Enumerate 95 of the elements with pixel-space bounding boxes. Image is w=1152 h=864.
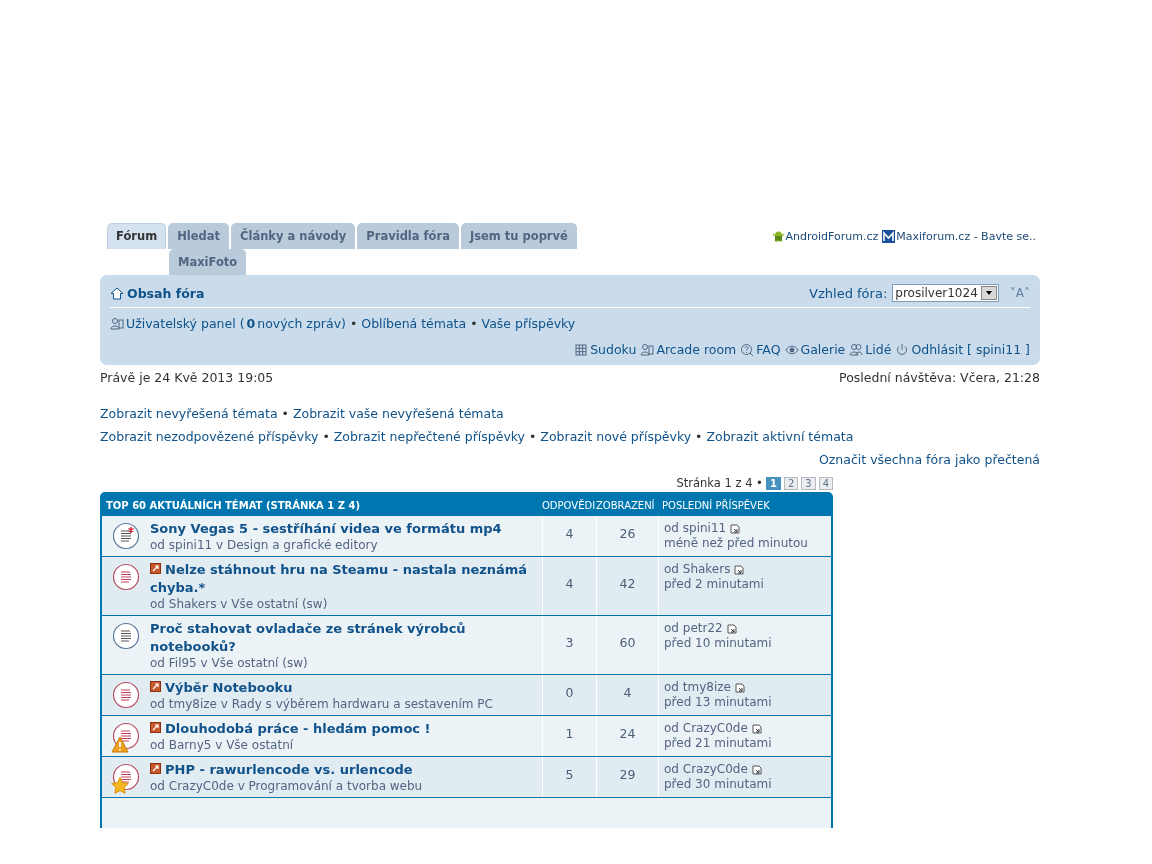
last-visit: Poslední návštěva: Včera, 21:28	[839, 370, 1040, 385]
nav-link[interactable]: Oblíbená témata	[361, 316, 467, 331]
last-post-author[interactable]: od spini11	[664, 521, 826, 536]
column-header: POSLEDNÍ PŘÍSPĚVEK	[661, 499, 771, 511]
column-header: TOP 60 AKTUÁLNÍCH TÉMAT (STRÁNKA 1 Z 4)	[105, 499, 361, 511]
warning-icon	[111, 736, 129, 753]
power-icon	[895, 342, 910, 357]
nav-tab[interactable]: Pravidla fóra	[357, 223, 459, 249]
nav-link[interactable]: Odhlásit [ spini11 ]	[895, 342, 1030, 357]
nav-tab[interactable]: Hledat	[168, 223, 229, 249]
dropdown-icon	[985, 291, 992, 295]
page-link[interactable]: 3	[801, 476, 816, 490]
last-post-icon[interactable]	[734, 682, 745, 693]
topic-title[interactable]: Proč stahovat ovladače ze stránek výrobců notebooků?	[150, 620, 542, 656]
topic-icon	[112, 681, 140, 709]
separator: •	[321, 429, 331, 444]
nav-tab[interactable]: MaxiFoto	[169, 249, 247, 275]
topic-meta: od Barny5 v Vše ostatní	[150, 738, 295, 753]
last-post-time: méně než před minutou	[664, 536, 809, 551]
last-post-author[interactable]: od CrazyC0de	[664, 762, 826, 777]
nav-tab[interactable]: Články a návody	[231, 223, 356, 249]
nav-link[interactable]: Galerie	[784, 342, 846, 357]
last-post-icon[interactable]	[730, 523, 741, 534]
new-post-icon[interactable]	[150, 563, 161, 574]
column-header: ODPOVĚDI	[542, 499, 596, 511]
last-post-time: před 2 minutami	[664, 577, 765, 592]
nav-link[interactable]: Lidé	[849, 342, 892, 357]
new-post-icon[interactable]	[150, 763, 161, 774]
last-post-time: před 21 minutami	[664, 736, 773, 751]
robot-icon	[771, 230, 785, 243]
new-post-icon[interactable]	[150, 722, 161, 733]
grid-icon	[574, 342, 589, 357]
current-time: Právě je 24 Kvě 2013 19:05	[100, 370, 274, 385]
last-post-time: před 10 minutami	[664, 636, 773, 651]
partner-link[interactable]: Maxiforum.cz - Bavte se..	[882, 230, 1036, 243]
page-label: Stránka 1 z 4 •	[676, 476, 763, 490]
last-post-author[interactable]: od CrazyC0de	[664, 721, 826, 736]
search-link[interactable]: Zobrazit nové příspěvky	[540, 429, 692, 444]
topic-meta: od Shakers v Vše ostatní (sw)	[150, 597, 329, 612]
last-post-author[interactable]: od petr22	[664, 621, 826, 636]
separator: •	[694, 429, 704, 444]
logo-icon	[882, 230, 896, 243]
nav-tab[interactable]: Jsem tu poprvé	[460, 223, 577, 249]
font-size-control[interactable]: ˅A˄	[1009, 286, 1030, 300]
nav-link[interactable]: Arcade room	[640, 342, 737, 357]
topic-icon	[112, 522, 140, 550]
last-post-time: před 13 minutami	[664, 695, 773, 710]
partner-link[interactable]: AndroidForum.cz	[771, 230, 879, 243]
last-post-time: před 30 minutami	[664, 777, 773, 792]
user-panel-link[interactable]: Uživatelský panel ( 0 nových zpráv)	[110, 316, 346, 331]
search-link[interactable]: Zobrazit nepřečtené příspěvky	[333, 429, 525, 444]
last-post-icon[interactable]	[734, 564, 745, 575]
mark-read-link[interactable]: Označit všechna fóra jako přečtená	[818, 452, 1040, 467]
last-post-author[interactable]: od tmy8ize	[664, 680, 826, 695]
separator: •	[349, 316, 358, 331]
separator: •	[528, 429, 538, 444]
page-link[interactable]: 2	[783, 476, 799, 490]
last-post-author[interactable]: od Shakers	[664, 562, 826, 577]
people-icon	[849, 342, 864, 357]
topic-meta: od tmy8ize v Rady s výběrem hardwaru a sestavením PC	[150, 697, 493, 712]
search-link[interactable]: Zobrazit vaše nevyřešená témata	[292, 406, 504, 421]
topic-title[interactable]: PHP - rawurlencode vs. urlencode	[150, 761, 423, 779]
topic-title[interactable]: Sony Vegas 5 - sestříhání videa ve formátu mp4	[150, 520, 502, 538]
separator: •	[280, 406, 290, 421]
search-link[interactable]: Zobrazit nevyřešená témata	[100, 406, 278, 421]
nav-tab[interactable]: Fórum	[107, 223, 167, 249]
nav-link[interactable]: Vaše příspěvky	[481, 316, 576, 331]
home-link[interactable]: Obsah fóra	[110, 285, 205, 301]
topic-meta: od Fil95 v Vše ostatní (sw)	[150, 656, 309, 671]
search-link[interactable]: Zobrazit nezodpovězené příspěvky	[100, 429, 319, 444]
topic-meta: od spini11 v Design a grafické editory	[150, 538, 379, 553]
topic-icon	[112, 563, 140, 591]
search-link[interactable]: Zobrazit aktivní témata	[706, 429, 854, 444]
last-post-icon[interactable]	[726, 623, 737, 634]
home-icon	[110, 286, 124, 300]
last-post-icon[interactable]	[751, 723, 762, 734]
new-post-icon[interactable]	[150, 681, 161, 692]
nav-link[interactable]: FAQ	[740, 342, 781, 357]
topic-title[interactable]: Výběr Notebooku	[150, 679, 493, 697]
topic-title[interactable]: Dlouhodobá práce - hledám pomoc !	[150, 720, 431, 738]
topic-icon	[112, 622, 140, 650]
style-select[interactable]: prosilver1024	[892, 284, 999, 302]
topic-title[interactable]: Nelze stáhnout hru na Steamu - nastala neznámá chyba.*	[150, 561, 542, 597]
question-icon	[740, 342, 755, 357]
star-icon	[111, 777, 129, 794]
page-link[interactable]: 1	[765, 476, 781, 490]
page-link[interactable]: 4	[818, 476, 833, 490]
style-label: Vzhled fóra:	[809, 285, 888, 301]
last-post-icon[interactable]	[751, 764, 762, 775]
topic-meta: od CrazyC0de v Programování a tvorba webu	[150, 779, 423, 794]
nav-link[interactable]: Sudoku	[574, 342, 637, 357]
user-icon	[640, 342, 655, 357]
user-icon	[110, 316, 124, 331]
separator: •	[470, 316, 478, 331]
column-header: ZOBRAZENÍ	[596, 499, 656, 511]
